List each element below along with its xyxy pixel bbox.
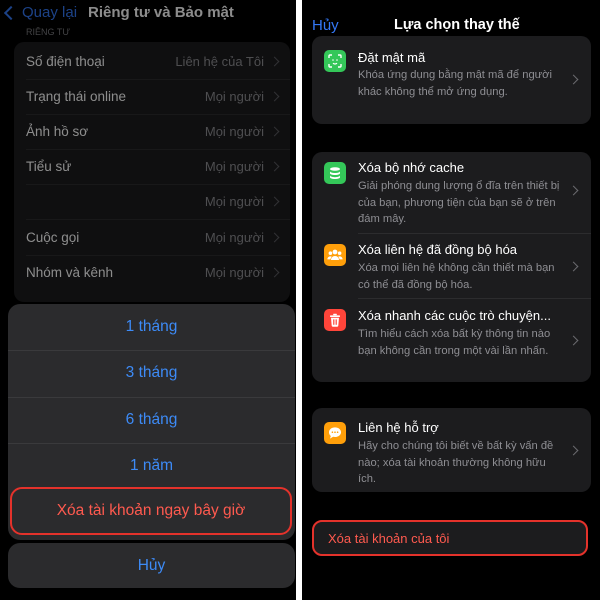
chevron-right-icon — [568, 261, 579, 272]
alternatives-screen: Hủy Lựa chọn thay thế Đặt mật mã Khóa ứn… — [302, 0, 600, 600]
chevron-right-icon — [568, 445, 579, 456]
list-item-contact-support[interactable]: Liên hệ hỗ trợ Hãy cho chúng tôi biết về… — [312, 408, 591, 492]
list-item-passcode[interactable]: Đặt mật mã Khóa ứng dụng bằng mật mã để … — [312, 36, 591, 124]
support-group: Liên hệ hỗ trợ Hãy cho chúng tôi biết về… — [312, 408, 591, 492]
delete-my-account-button[interactable]: Xóa tài khoản của tôi — [312, 520, 588, 556]
storage-group: Xóa bộ nhớ cache Giải phóng dung lượng ổ… — [312, 152, 591, 382]
option-1-year[interactable]: 1 năm — [8, 443, 295, 489]
item-title: Xóa nhanh các cuộc trò chuyện... — [358, 308, 551, 323]
chevron-right-icon — [568, 185, 579, 196]
option-6-months[interactable]: 6 tháng — [8, 397, 295, 443]
trash-icon — [324, 309, 346, 331]
cancel-button[interactable]: Hủy — [312, 17, 339, 34]
item-description: Xóa mọi liên hệ không cần thiết mà bạn c… — [358, 262, 555, 291]
list-item-quick-delete-chats[interactable]: Xóa nhanh các cuộc trò chuyện... Tìm hiể… — [312, 299, 591, 382]
chat-bubble-icon — [324, 422, 346, 444]
list-item-clear-cache[interactable]: Xóa bộ nhớ cache Giải phóng dung lượng ổ… — [312, 152, 591, 232]
item-description: Giải phóng dung lượng ổ đĩa trên thiết b… — [358, 180, 560, 225]
database-icon — [324, 162, 346, 184]
passcode-group: Đặt mật mã Khóa ứng dụng bằng mật mã để … — [312, 36, 591, 124]
item-description: Hãy cho chúng tôi biết về bất kỳ vấn đề … — [358, 440, 554, 485]
contacts-icon — [324, 244, 346, 266]
page-title: Lựa chọn thay thế — [394, 17, 520, 33]
item-title: Liên hệ hỗ trợ — [358, 420, 439, 435]
delete-account-now-button[interactable]: Xóa tài khoản ngay bây giờ — [10, 487, 292, 535]
item-title: Xóa liên hệ đã đồng bộ hóa — [358, 242, 518, 257]
item-description: Khóa ứng dụng bằng mật mã để người khác … — [358, 69, 552, 98]
chevron-right-icon — [568, 74, 579, 85]
option-3-months[interactable]: 3 tháng — [8, 350, 295, 396]
item-description: Tìm hiểu cách xóa bất kỳ thông tin nào b… — [358, 328, 551, 357]
face-lock-icon — [324, 50, 346, 72]
chevron-right-icon — [568, 335, 579, 346]
list-item-delete-synced-contacts[interactable]: Xóa liên hệ đã đồng bộ hóa Xóa mọi liên … — [312, 234, 591, 298]
option-1-month[interactable]: 1 tháng — [8, 304, 295, 350]
item-title: Đặt mật mã — [358, 50, 426, 65]
item-title: Xóa bộ nhớ cache — [358, 160, 465, 175]
privacy-settings-screen: Quay lại Riêng tư và Bảo mật RIÊNG TƯ Số… — [0, 0, 296, 600]
cancel-button[interactable]: Hủy — [8, 543, 295, 588]
